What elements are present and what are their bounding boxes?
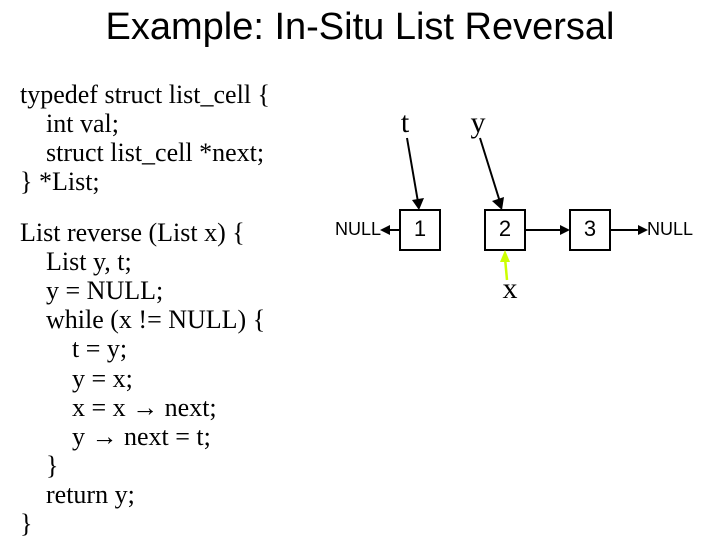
pointer-label-y: y — [471, 106, 486, 139]
func-l4: while (x != NULL) { — [20, 305, 265, 334]
func-l9: } — [20, 451, 58, 480]
reverse-code: List reverse (List x) { List y, t; y = N… — [20, 218, 265, 538]
func-l2: List y, t; — [20, 247, 132, 276]
node-value-3: 3 — [584, 216, 596, 241]
pointer-arrowhead-t — [412, 198, 424, 210]
arrowhead-1-nullleft — [380, 225, 390, 235]
node-value-1: 1 — [414, 216, 426, 241]
func-l3: y = NULL; — [20, 276, 163, 305]
func-l6: y = x; — [20, 364, 133, 393]
func-l10: return y; — [20, 480, 135, 509]
null-left-label: NULL — [335, 219, 381, 239]
null-right-label: NULL — [647, 219, 693, 239]
pointer-arrow-y — [480, 138, 500, 202]
typedef-l4: } *List; — [20, 167, 100, 196]
typedef-code: typedef struct list_cell { int val; stru… — [20, 80, 270, 196]
pointer-arrowhead-x — [500, 250, 510, 262]
node-value-2: 2 — [499, 216, 511, 241]
func-l8b: next = t; — [118, 422, 211, 451]
arrowhead-2-3 — [560, 225, 570, 235]
func-l7b: next; — [158, 393, 217, 422]
func-l8a: y — [20, 422, 92, 451]
arrow-icon: → — [92, 422, 118, 451]
slide-title: Example: In-Situ List Reversal — [0, 6, 720, 49]
linked-list-diagram: NULL 1 2 3 NULL t y x — [330, 80, 720, 300]
pointer-label-t: t — [401, 106, 410, 139]
typedef-l2: int val; — [20, 109, 119, 138]
typedef-l3: struct list_cell *next; — [20, 138, 264, 167]
arrow-icon: → — [132, 393, 158, 422]
func-l5: t = y; — [20, 334, 127, 363]
func-l7a: x = x — [20, 393, 132, 422]
pointer-arrow-t — [407, 138, 418, 202]
func-l11: } — [20, 509, 32, 538]
typedef-l1: typedef struct list_cell { — [20, 80, 270, 109]
pointer-label-x: x — [503, 272, 518, 300]
func-l1: List reverse (List x) { — [20, 218, 245, 247]
